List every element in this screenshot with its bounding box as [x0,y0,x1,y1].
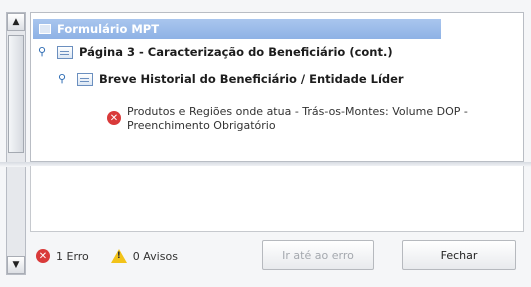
scroll-thumb[interactable] [8,35,24,153]
tree-root-row[interactable]: Formulário MPT [33,19,441,39]
tree-node-section-label: Breve Historial do Beneficiário / Entida… [99,72,404,86]
form-icon [39,24,51,34]
tree-root-label: Formulário MPT [57,22,160,36]
warning-count-label: 0 Avisos [132,249,178,263]
go-to-error-button[interactable]: Ir até ao erro [262,240,374,270]
validation-tree: Formulário MPT ⚲ Página 3 - Caracterizaç… [30,12,524,162]
pin-icon: ⚲ [37,45,47,58]
tree-error-item[interactable]: ✕ Produtos e Regiões onde atua - Trás-os… [107,105,468,133]
scroll-down-button[interactable]: ▼ [7,256,25,274]
details-panel [30,166,524,232]
close-button[interactable]: Fechar [402,240,516,270]
validation-dialog: ▲ ▼ Formulário MPT ⚲ Página 3 - Caracter… [0,0,531,287]
error-message-line1: Produtos e Regiões onde atua - Trás-os-M… [127,105,468,118]
dialog-footer: ✕ 1 Erro 0 Avisos Ir até ao erro Fechar [30,238,524,274]
tree-node-section[interactable]: ⚲ Breve Historial do Beneficiário / Enti… [57,70,404,88]
tree-node-page[interactable]: ⚲ Página 3 - Caracterização do Beneficiá… [37,43,393,61]
error-icon: ✕ [107,111,121,125]
page-icon [77,72,93,86]
error-icon: ✕ [36,249,50,263]
error-message: Produtos e Regiões onde atua - Trás-os-M… [127,105,468,133]
vertical-scrollbar[interactable]: ▲ ▼ [6,12,26,275]
error-message-line2: Preenchimento Obrigatório [127,119,276,132]
error-count-label: 1 Erro [56,249,89,263]
scroll-up-button[interactable]: ▲ [7,13,25,31]
warning-icon [110,249,127,263]
page-icon [57,45,73,59]
pin-icon: ⚲ [57,72,67,85]
tree-node-page-label: Página 3 - Caracterização do Beneficiári… [79,45,393,59]
warning-count: 0 Avisos [110,249,178,263]
error-count: ✕ 1 Erro [36,249,89,263]
